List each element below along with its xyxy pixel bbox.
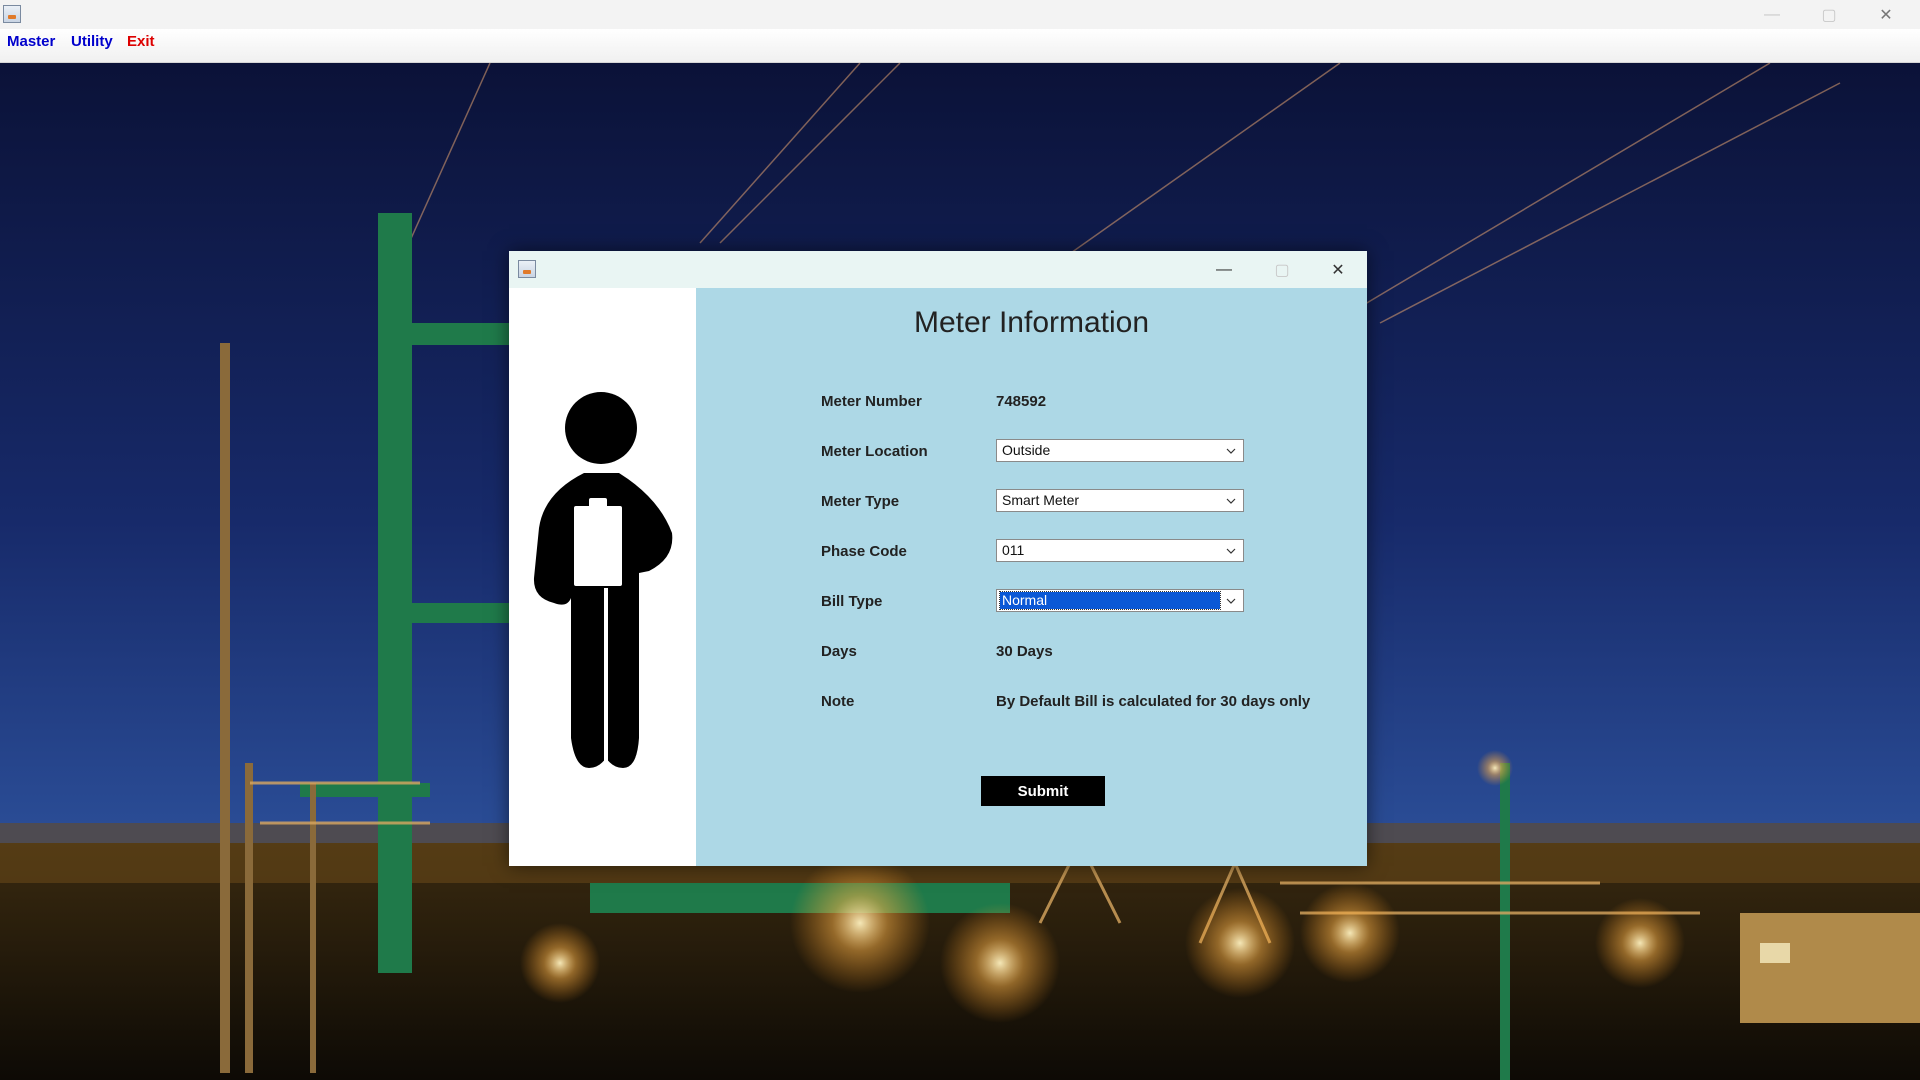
maximize-icon: ▢ xyxy=(1274,261,1290,279)
java-app-icon xyxy=(3,5,21,23)
meter-type-select[interactable]: Smart Meter xyxy=(996,489,1244,512)
note-value: By Default Bill is calculated for 30 day… xyxy=(996,693,1311,710)
form-panel: Meter Information Meter Number 748592 Me… xyxy=(696,288,1367,866)
person-with-clipboard-icon xyxy=(533,392,673,768)
dialog-maximize-button[interactable]: ▢ xyxy=(1253,251,1311,288)
phase-code-select[interactable]: 011 xyxy=(996,539,1244,562)
menu-exit[interactable]: Exit xyxy=(127,29,155,62)
maximize-icon: ▢ xyxy=(1821,6,1837,24)
maximize-button[interactable]: ▢ xyxy=(1800,0,1858,29)
meter-type-selected: Smart Meter xyxy=(1002,492,1080,508)
meter-location-label: Meter Location xyxy=(821,443,928,460)
menu-master[interactable]: Master xyxy=(7,29,55,62)
phase-code-label: Phase Code xyxy=(821,543,907,560)
dialog-close-button[interactable]: ✕ xyxy=(1309,251,1367,288)
menu-utility[interactable]: Utility xyxy=(71,29,113,62)
main-window-titlebar: — ▢ ✕ xyxy=(0,0,1920,29)
chevron-down-icon[interactable] xyxy=(1221,440,1241,461)
java-app-icon xyxy=(518,260,536,278)
submit-button[interactable]: Submit xyxy=(981,776,1105,806)
dialog-minimize-button[interactable]: — xyxy=(1195,251,1253,288)
meter-number-label: Meter Number xyxy=(821,393,922,410)
meter-location-select[interactable]: Outside xyxy=(996,439,1244,462)
meter-type-label: Meter Type xyxy=(821,493,900,510)
illustration-panel xyxy=(509,288,696,866)
meter-info-dialog: — ▢ ✕ Meter Information Meter Number 748… xyxy=(509,251,1367,866)
form-title: Meter Information xyxy=(913,306,1150,339)
bill-type-select[interactable]: Normal xyxy=(996,589,1244,612)
meter-location-selected: Outside xyxy=(1002,442,1051,458)
meter-number-value: 748592 xyxy=(996,393,1047,410)
minimize-icon: — xyxy=(1764,5,1780,23)
minimize-icon: — xyxy=(1216,260,1232,278)
minimize-button[interactable]: — xyxy=(1743,0,1801,29)
menubar: Master Utility Exit xyxy=(0,29,1920,63)
chevron-down-icon[interactable] xyxy=(1221,490,1241,511)
close-icon: ✕ xyxy=(1879,6,1893,24)
phase-code-selected: 011 xyxy=(1002,542,1025,558)
chevron-down-icon[interactable] xyxy=(1221,540,1241,561)
bill-type-label: Bill Type xyxy=(821,593,883,610)
days-value: 30 Days xyxy=(996,643,1053,660)
days-label: Days xyxy=(821,643,857,660)
close-button[interactable]: ✕ xyxy=(1857,0,1915,29)
close-icon: ✕ xyxy=(1331,261,1345,279)
dialog-titlebar: — ▢ ✕ xyxy=(509,251,1367,288)
chevron-down-icon[interactable] xyxy=(1221,590,1241,611)
bill-type-selected: Normal xyxy=(999,591,1221,610)
note-label: Note xyxy=(821,693,855,710)
